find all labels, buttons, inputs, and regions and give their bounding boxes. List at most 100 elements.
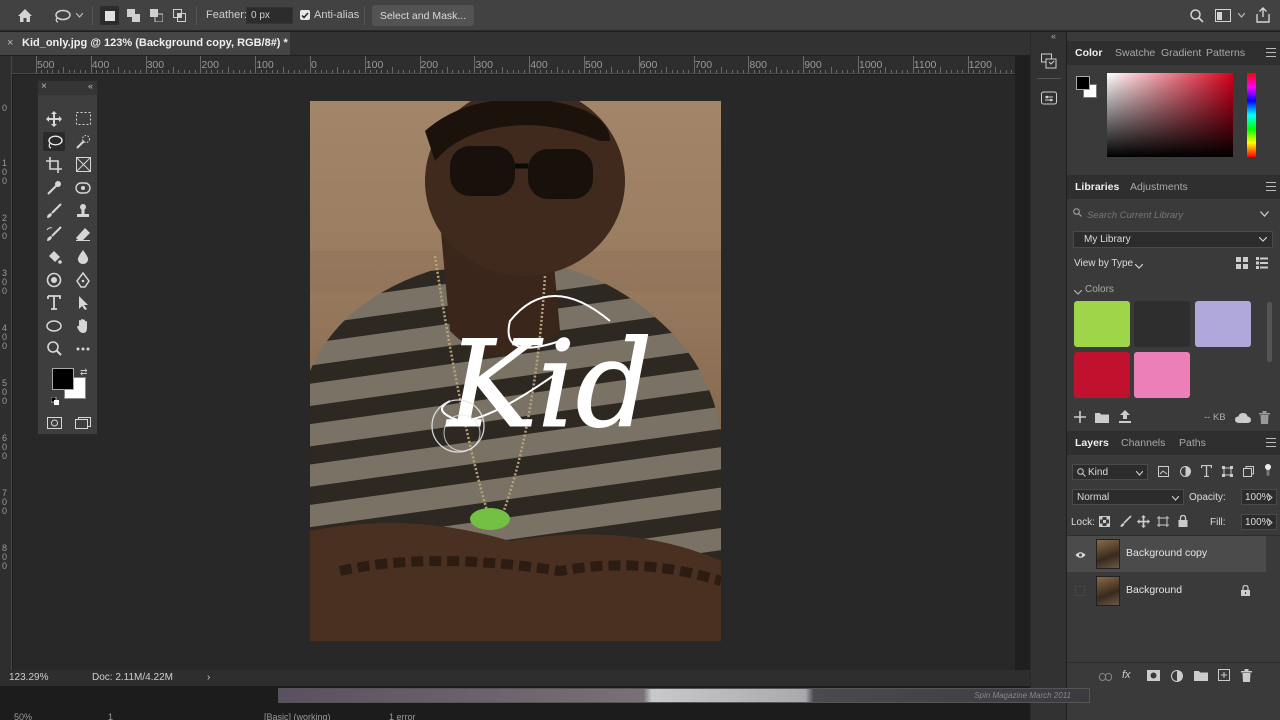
document-tab[interactable]: × Kid_only.jpg @ 123% (Background copy, … (0, 32, 290, 55)
brush-tool-icon[interactable] (43, 201, 65, 220)
tab-color[interactable]: Color (1075, 47, 1102, 59)
zoom-tool-icon[interactable] (43, 339, 65, 358)
ellipse-tool-icon[interactable] (43, 316, 65, 335)
type-tool-icon[interactable] (43, 293, 65, 312)
expand-panels-icon[interactable]: « (1051, 31, 1056, 41)
layer-kind-filter[interactable]: Kind (1072, 464, 1148, 480)
library-scrollbar[interactable] (1267, 302, 1272, 362)
chevron-down-icon[interactable] (1237, 10, 1246, 20)
pen-tool-icon[interactable] (72, 270, 94, 289)
move-tool-icon[interactable] (43, 109, 65, 128)
panel-menu-icon[interactable] (1266, 438, 1276, 447)
adjustment-layer-icon[interactable] (1171, 670, 1183, 682)
layer-name[interactable]: Background (1126, 584, 1182, 596)
cloud-icon[interactable] (1235, 412, 1251, 423)
frame-tool-icon[interactable] (72, 155, 94, 174)
search-icon[interactable] (1189, 7, 1205, 24)
hue-slider[interactable] (1247, 73, 1256, 157)
type-layer-filter-icon[interactable] (1200, 464, 1213, 478)
fill-input[interactable]: 100% (1241, 514, 1277, 530)
quick-mask-icon[interactable] (43, 413, 65, 432)
default-colors-icon[interactable] (50, 396, 59, 405)
select-and-mask-button[interactable]: Select and Mask... (372, 5, 474, 26)
tab-layers[interactable]: Layers (1075, 437, 1109, 449)
pixel-layer-filter-icon[interactable] (1158, 466, 1169, 477)
foreground-color-chip[interactable] (1076, 76, 1090, 90)
history-brush-tool-icon[interactable] (43, 224, 65, 243)
add-mask-icon[interactable] (1147, 670, 1160, 681)
blend-mode-select[interactable]: Normal (1072, 489, 1184, 505)
share-icon[interactable] (1255, 6, 1271, 24)
add-to-selection-icon[interactable] (124, 6, 143, 25)
layer-name[interactable]: Background copy (1126, 547, 1207, 559)
quick-selection-tool-icon[interactable] (72, 132, 94, 151)
lock-all-icon[interactable] (1178, 514, 1188, 527)
color-swatch-pink[interactable] (1134, 352, 1190, 398)
crop-tool-icon[interactable] (43, 155, 65, 174)
color-swatch-lavender[interactable] (1195, 301, 1251, 347)
spot-healing-tool-icon[interactable] (72, 178, 94, 197)
paint-bucket-tool-icon[interactable] (43, 247, 65, 266)
filter-toggle[interactable] (1264, 464, 1272, 476)
color-swatch-crimson[interactable] (1074, 352, 1130, 398)
new-layer-icon[interactable] (1218, 669, 1230, 681)
close-icon[interactable]: × (7, 37, 13, 49)
feather-input[interactable]: 0 px (246, 7, 293, 24)
chevron-down-icon[interactable] (75, 9, 83, 21)
tab-swatches[interactable]: Swatche (1115, 47, 1155, 59)
view-by-type-dropdown[interactable]: View by Type (1074, 258, 1133, 269)
tab-patterns[interactable]: Patterns (1206, 47, 1245, 59)
chevron-down-icon[interactable] (1073, 286, 1083, 295)
home-icon[interactable] (16, 7, 34, 24)
document-canvas[interactable]: Kid (310, 101, 721, 641)
color-field[interactable] (1107, 73, 1233, 157)
video-filmstrip[interactable]: Spin Magazine March 2011 (278, 688, 1090, 703)
eraser-tool-icon[interactable] (72, 224, 94, 243)
clone-stamp-tool-icon[interactable] (72, 201, 94, 220)
collapse-icon[interactable]: « (88, 81, 93, 91)
status-menu-arrow[interactable]: › (207, 672, 210, 683)
grid-view-icon[interactable] (1236, 257, 1248, 269)
layer-row-background-copy[interactable]: Background copy (1067, 536, 1266, 572)
fx-icon[interactable]: fx (1122, 669, 1131, 681)
lasso-tool-icon[interactable] (43, 132, 65, 151)
dodge-tool-icon[interactable] (43, 270, 65, 289)
tab-adjustments[interactable]: Adjustments (1130, 181, 1188, 193)
chevron-down-icon[interactable] (1260, 208, 1270, 217)
panel-menu-icon[interactable] (1266, 182, 1276, 191)
screen-mode-icon[interactable] (72, 413, 94, 432)
color-swatch-green[interactable] (1074, 301, 1130, 347)
list-view-icon[interactable] (1256, 257, 1268, 269)
lock-image-pixels-icon[interactable] (1120, 515, 1132, 527)
layer-row-background[interactable]: Background (1067, 573, 1266, 609)
foreground-color-swatch[interactable] (52, 368, 74, 390)
intersect-selection-icon[interactable] (170, 6, 189, 25)
close-icon[interactable]: × (41, 81, 47, 92)
new-group-icon[interactable] (1194, 670, 1208, 681)
hand-tool-icon[interactable] (72, 316, 94, 335)
folder-icon[interactable] (1095, 412, 1109, 423)
marquee-tool-icon[interactable] (72, 109, 94, 128)
shape-layer-filter-icon[interactable] (1222, 466, 1233, 477)
eye-icon[interactable] (1075, 550, 1086, 558)
smart-object-filter-icon[interactable] (1243, 466, 1254, 477)
antialias-checkbox[interactable] (300, 10, 310, 20)
add-icon[interactable] (1074, 411, 1086, 423)
blur-tool-icon[interactable] (72, 247, 94, 266)
tab-channels[interactable]: Channels (1121, 437, 1165, 449)
color-swatch-dark[interactable] (1134, 301, 1190, 347)
zoom-level[interactable]: 123.29% (9, 672, 48, 683)
more-tools-icon[interactable] (72, 339, 94, 358)
lock-position-icon[interactable] (1137, 515, 1150, 528)
new-selection-icon[interactable] (100, 6, 119, 25)
lasso-tool-preset-icon[interactable] (52, 7, 72, 24)
lock-transparent-pixels-icon[interactable] (1099, 516, 1110, 527)
link-icon[interactable] (1099, 672, 1112, 681)
library-search-input[interactable]: Search Current Library (1087, 210, 1183, 221)
properties-panel-icon[interactable] (1041, 90, 1057, 108)
library-select[interactable]: My Library (1073, 231, 1273, 248)
history-panel-icon[interactable] (1041, 52, 1057, 70)
eyedropper-tool-icon[interactable] (43, 178, 65, 197)
trash-icon[interactable] (1241, 669, 1252, 682)
opacity-input[interactable]: 100% (1241, 489, 1277, 505)
